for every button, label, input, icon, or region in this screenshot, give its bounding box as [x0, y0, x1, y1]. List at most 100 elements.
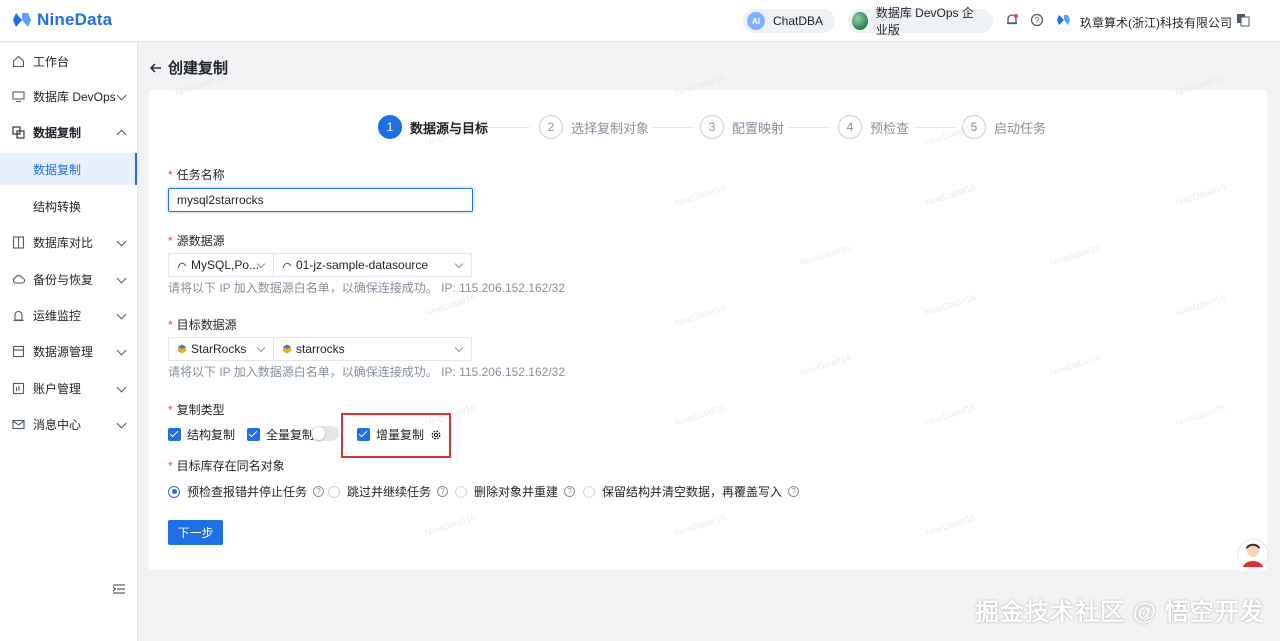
replication-icon	[12, 125, 25, 139]
sidebar-item-backup[interactable]: 备份与恢复	[0, 261, 137, 297]
source-datasource-select[interactable]: 01-jz-sample-datasource	[273, 253, 472, 277]
step-connector	[652, 127, 694, 128]
task-name-label-text: 任务名称	[176, 168, 225, 182]
help-icon[interactable]: ?	[437, 486, 449, 497]
chatdba-button[interactable]: AI ChatDBA	[743, 9, 835, 33]
copy-type-label: * 复制类型	[168, 401, 225, 418]
task-name-label: * 任务名称	[168, 166, 225, 183]
step-5: 5 启动任务	[962, 115, 1046, 139]
watermark: NineData#16	[673, 512, 727, 538]
support-avatar-icon[interactable]	[1237, 537, 1269, 571]
step-number: 1	[378, 115, 402, 139]
watermark: NineData#16	[923, 402, 977, 428]
watermark: NineData#16	[798, 352, 852, 378]
mysql-icon	[177, 262, 187, 269]
target-type-value: StarRocks	[191, 342, 247, 356]
sidebar-item-workbench[interactable]: 工作台	[0, 43, 137, 79]
checkbox-full-copy[interactable]: 全量复制	[247, 426, 314, 443]
company-name[interactable]: 玖章算术(浙江)科技有限公司	[1080, 14, 1232, 31]
target-ip-hint: 请将以下 IP 加入数据源白名单，以确保连接成功。 IP: 115.206.15…	[168, 365, 566, 379]
help-icon[interactable]: ?	[564, 486, 576, 497]
chevron-down-icon	[116, 418, 127, 429]
target-datasource-value: starrocks	[296, 342, 345, 356]
step-number: 4	[838, 115, 862, 139]
language-switch-icon[interactable]	[1236, 13, 1250, 27]
checkbox-checked	[247, 428, 260, 441]
back-arrow-icon[interactable]	[150, 62, 162, 74]
watermark: NineData#16	[673, 72, 727, 98]
radio-skip-continue[interactable]: 跳过并继续任务 ?	[328, 483, 449, 500]
required-mark: *	[168, 459, 173, 473]
checkbox-label: 全量复制	[266, 428, 315, 442]
task-name-input[interactable]: mysql2starrocks	[168, 188, 473, 212]
checkbox-schema-copy[interactable]: 结构复制	[168, 426, 235, 443]
notification-bell-icon[interactable]	[1005, 13, 1019, 27]
target-type-select[interactable]: StarRocks	[168, 337, 274, 361]
chevron-down-icon	[116, 90, 127, 101]
sidebar-item-label: 结构转换	[33, 199, 82, 214]
step-1: 1 数据源与目标	[378, 115, 488, 139]
company-logo-icon	[1057, 15, 1070, 25]
datasource-icon	[12, 345, 25, 357]
help-icon[interactable]: ?	[1030, 13, 1044, 27]
watermark: NineData#16	[1173, 72, 1227, 98]
same-name-label: * 目标库存在同名对象	[168, 457, 285, 474]
toggle-knob	[312, 427, 325, 440]
same-name-label-text: 目标库存在同名对象	[176, 459, 285, 473]
radio-label: 保留结构并清空数据，再覆盖写入	[602, 485, 783, 499]
sidebar-item-monitoring[interactable]: 运维监控	[0, 297, 137, 333]
sidebar-item-label: 数据库对比	[33, 235, 94, 250]
target-label: * 目标数据源	[168, 316, 237, 333]
radio-drop-rebuild[interactable]: 删除对象并重建 ?	[455, 483, 576, 500]
sidebar-item-accounts[interactable]: 账户管理	[0, 370, 137, 406]
chevron-down-icon	[256, 343, 266, 353]
radio-keep-truncate[interactable]: 保留结构并清空数据，再覆盖写入 ?	[583, 483, 800, 500]
required-mark: *	[168, 318, 173, 332]
next-step-button[interactable]: 下一步	[168, 520, 223, 545]
sidebar-item-messages[interactable]: 消息中心	[0, 406, 137, 442]
source-label: * 源数据源	[168, 232, 225, 249]
sidebar-item-label: 数据源管理	[33, 344, 94, 359]
source-type-select[interactable]: MySQL,Po...	[168, 253, 274, 277]
step-number: 2	[539, 115, 563, 139]
sidebar-item-label: 工作台	[33, 54, 70, 69]
watermark: NineData#16	[673, 182, 727, 208]
step-number: 3	[700, 115, 724, 139]
radio-label: 删除对象并重建	[474, 485, 559, 499]
source-label-text: 源数据源	[176, 234, 225, 248]
radio-unselected	[455, 485, 467, 498]
chatdba-label: ChatDBA	[773, 14, 824, 28]
checkbox-checked	[168, 428, 181, 441]
compare-icon	[12, 235, 25, 249]
sidebar-item-label: 备份与恢复	[33, 272, 94, 287]
chevron-down-icon	[116, 345, 127, 356]
sidebar-item-label: 消息中心	[33, 417, 82, 432]
step-connector	[914, 127, 956, 128]
source-type-value: MySQL,Po...	[191, 258, 260, 272]
radio-unselected	[583, 485, 595, 498]
sidebar-item-label: 数据复制	[33, 125, 82, 140]
help-icon[interactable]: ?	[788, 486, 800, 497]
target-datasource-select[interactable]: starrocks	[273, 337, 472, 361]
logo-text: NineData	[37, 10, 113, 29]
checkbox-label: 结构复制	[187, 428, 236, 442]
sidebar-subitem-schema-convert[interactable]: 结构转换	[0, 190, 137, 222]
full-copy-toggle[interactable]	[311, 426, 339, 441]
sidebar-item-datasource[interactable]: 数据源管理	[0, 333, 137, 369]
collapse-sidebar-icon[interactable]	[113, 584, 125, 594]
sidebar-item-db-compare[interactable]: 数据库对比	[0, 224, 137, 260]
chevron-down-icon	[454, 259, 464, 269]
watermark: NineData#16	[923, 292, 977, 318]
annotation-highlight-box	[341, 413, 451, 458]
sidebar-subitem-replication[interactable]: 数据复制	[0, 153, 137, 185]
cloud-backup-icon	[12, 274, 25, 284]
sidebar-item-replication[interactable]: 数据复制	[0, 114, 137, 150]
radio-label: 预检查报错并停止任务	[187, 485, 308, 499]
sidebar-item-devops[interactable]: 数据库 DevOps	[0, 78, 137, 114]
required-mark: *	[168, 234, 173, 248]
app-logo[interactable]: NineData	[12, 10, 112, 30]
sidebar-item-label: 账户管理	[33, 381, 82, 396]
radio-precheck-stop[interactable]: 预检查报错并停止任务 ?	[168, 483, 325, 500]
devops-edition-button[interactable]: 数据库 DevOps 企业版	[848, 6, 993, 37]
help-icon[interactable]: ?	[313, 486, 325, 497]
